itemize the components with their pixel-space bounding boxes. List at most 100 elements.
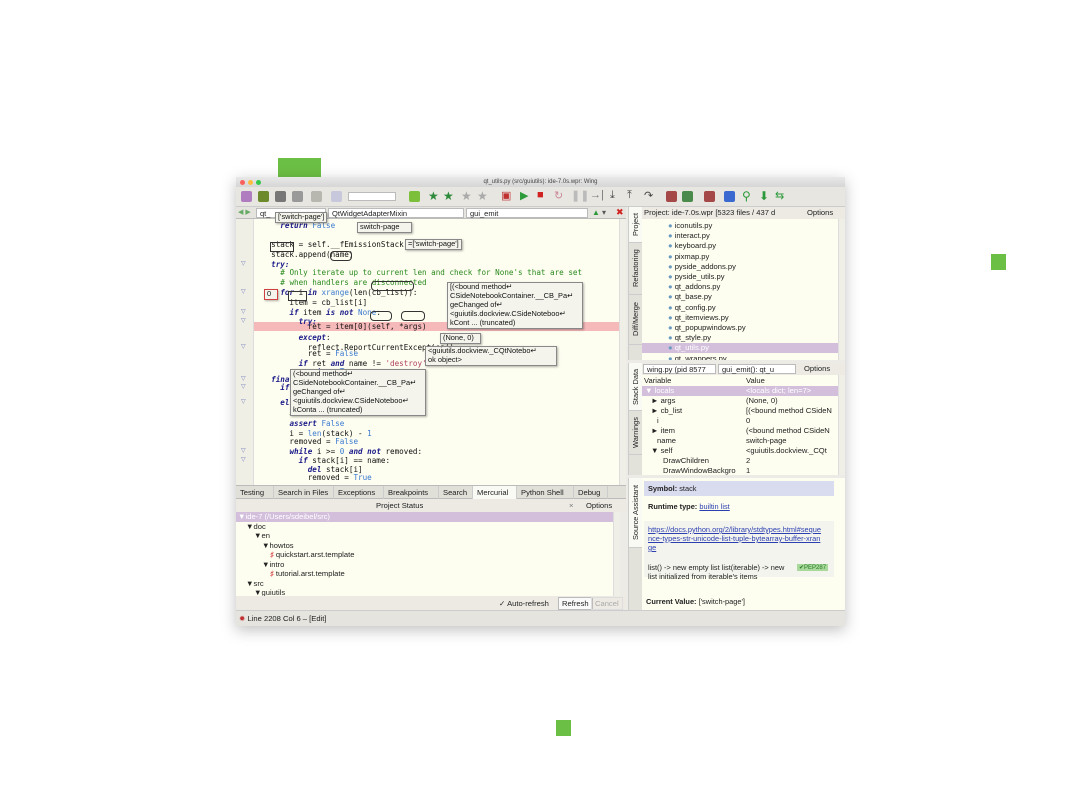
fold-toggle-icon[interactable]: ▽ <box>241 447 246 454</box>
stack-variable-row[interactable]: DrawWindowBackgro 1 <box>642 466 838 475</box>
debug-file-icon[interactable]: ▣ <box>501 189 511 202</box>
tree-item[interactable]: ▼howtos <box>236 541 620 551</box>
refresh-button[interactable]: Refresh <box>558 597 593 610</box>
sync-icon[interactable]: ⇆ <box>775 189 784 202</box>
tab-stack-data[interactable]: Stack Data <box>629 363 643 411</box>
stack-variable-row[interactable]: ► item (<bound method CSideN <box>642 426 838 436</box>
step-out-icon[interactable]: ⤒ <box>627 189 632 202</box>
editor-scrollbar[interactable] <box>619 219 626 485</box>
project-file-item[interactable]: ● qt_config.py <box>642 303 838 313</box>
stack-variable-row[interactable]: name switch-page <box>642 436 838 446</box>
stack-scrollbar[interactable] <box>838 375 845 475</box>
value-column-header[interactable]: Value <box>746 376 765 386</box>
tab-breakpoints[interactable]: Breakpoints <box>384 486 439 499</box>
pep-badge[interactable]: ✔PEP287 <box>797 564 829 571</box>
spellcheck-icon[interactable] <box>409 191 420 202</box>
run-icon[interactable]: ▶ <box>520 189 528 202</box>
project-file-item[interactable]: ● qt_base.py <box>642 292 838 302</box>
fold-toggle-icon[interactable]: ▽ <box>241 260 246 267</box>
step-over-icon[interactable]: ↷ <box>644 189 653 202</box>
tab-mercurial[interactable]: Mercurial <box>473 486 517 499</box>
tab-project[interactable]: Project <box>629 207 643 243</box>
restart-icon[interactable]: ↻ <box>554 189 563 202</box>
project-status-title[interactable]: Project Status <box>376 499 423 512</box>
bookmark-clear-icon[interactable]: ★ <box>477 189 488 203</box>
project-scrollbar[interactable] <box>838 219 845 360</box>
download-icon[interactable]: ⬇ <box>759 189 769 203</box>
project-file-item[interactable]: ● qt_wrappers.py <box>642 354 838 360</box>
tree-item[interactable]: ▼doc <box>236 522 620 532</box>
tree-item[interactable]: ▼src <box>236 579 620 589</box>
warning-icon[interactable]: ▲ <box>592 208 600 217</box>
tab-exceptions[interactable]: Exceptions <box>334 486 384 499</box>
options-button[interactable]: Options <box>586 499 612 512</box>
code-editor[interactable]: return False stack = self.__fEmissionSta… <box>236 219 626 485</box>
tab-source-assistant[interactable]: Source Assistant <box>629 478 643 548</box>
variable-column-header[interactable]: Variable <box>644 376 671 385</box>
close-icon[interactable]: × <box>569 499 573 512</box>
tab-testing[interactable]: Testing <box>236 486 274 499</box>
fold-toggle-icon[interactable]: ▽ <box>241 317 246 324</box>
frame-combo[interactable]: gui_emit(): qt_u <box>718 364 796 374</box>
search-tool-icon[interactable] <box>331 191 342 202</box>
tab-refactoring[interactable]: Refactoring <box>629 243 643 295</box>
project-file-item[interactable]: ● pyside_utils.py <box>642 272 838 282</box>
pause-icon[interactable]: ❚❚ <box>571 189 589 202</box>
close-window-button[interactable] <box>240 180 245 185</box>
stack-variable-row[interactable]: ▼ locals <locals dict; len=7> <box>642 386 838 396</box>
bookmark-next-icon[interactable]: ★ <box>461 189 472 203</box>
fold-toggle-icon[interactable]: ▽ <box>241 288 246 295</box>
save-all-icon[interactable] <box>292 191 303 202</box>
stack-options-button[interactable]: Options <box>804 363 830 375</box>
step-into-icon[interactable]: ⤓ <box>610 189 615 202</box>
tab-python-shell[interactable]: Python Shell <box>517 486 574 499</box>
stack-variable-row[interactable]: DrawChildren 2 <box>642 456 838 466</box>
stack-variable-row[interactable]: ► cb_list [(<bound method CSideN <box>642 406 838 416</box>
runtime-type-link[interactable]: builtin list <box>699 502 729 511</box>
tab-warnings[interactable]: Warnings <box>629 411 643 455</box>
project-file-item[interactable]: ● pixmap.py <box>642 252 838 262</box>
debug-icon-3[interactable] <box>704 191 715 202</box>
fold-toggle-icon[interactable]: ▽ <box>241 343 246 350</box>
fold-toggle-icon[interactable]: ▽ <box>241 398 246 405</box>
project-file-item[interactable]: ● qt_addons.py <box>642 282 838 292</box>
tab-search-in-files[interactable]: Search in Files <box>274 486 334 499</box>
tree-item[interactable]: ▼en <box>236 531 620 541</box>
project-status-tree[interactable]: ▼ide-7 (/Users/sdeibel/src) ▼doc ▼en ▼howto… <box>236 512 620 597</box>
debug-icon-1[interactable] <box>666 191 677 202</box>
cancel-button[interactable]: Cancel <box>591 597 623 610</box>
tree-scrollbar[interactable] <box>613 512 620 596</box>
tab-search[interactable]: Search <box>439 486 473 499</box>
step-icon[interactable]: →| <box>590 189 604 201</box>
project-file-item[interactable]: ● qt_style.py <box>642 333 838 343</box>
editor-options-icon[interactable]: ▾ <box>602 208 606 217</box>
project-file-item[interactable]: ● keyboard.py <box>642 241 838 251</box>
process-combo[interactable]: wing.py (pid 8577 <box>643 364 716 374</box>
stack-variable-row[interactable]: ► args (None, 0) <box>642 396 838 406</box>
monitor-icon[interactable] <box>724 191 735 202</box>
zoom-window-button[interactable] <box>256 180 261 185</box>
project-options-button[interactable]: Options <box>804 207 834 219</box>
project-file-item[interactable]: ● qt_itemviews.py <box>642 313 838 323</box>
tree-item[interactable]: ♯ quickstart.arst.template <box>236 550 620 560</box>
stack-variable-row[interactable]: ▼ self <guiutils.dockview._CQt <box>642 446 838 456</box>
project-file-item[interactable]: ● qt_utils.py <box>642 343 838 354</box>
project-file-item[interactable]: ● pyside_addons.py <box>642 262 838 272</box>
project-file-item[interactable]: ● iconutils.py <box>642 221 838 231</box>
project-file-item[interactable]: ● interact.py <box>642 231 838 241</box>
docs-link[interactable]: https://docs.python.org/2/library/stdtyp… <box>648 525 823 552</box>
function-combo[interactable]: gui_emit <box>466 208 588 218</box>
debug-icon-2[interactable] <box>682 191 693 202</box>
fold-toggle-icon[interactable]: ▽ <box>241 383 246 390</box>
indent-icon[interactable] <box>311 191 322 202</box>
save-icon[interactable] <box>275 191 286 202</box>
bookmark-prev-icon[interactable]: ★ <box>443 189 454 203</box>
bookmark-icon[interactable]: ★ <box>428 189 439 203</box>
close-editor-icon[interactable]: ✖ <box>616 207 624 218</box>
fold-toggle-icon[interactable]: ▽ <box>241 456 246 463</box>
minimize-window-button[interactable] <box>248 180 253 185</box>
find-icon[interactable]: ⚲ <box>742 189 751 203</box>
stop-icon[interactable]: ■ <box>537 189 544 201</box>
fold-toggle-icon[interactable]: ▽ <box>241 375 246 382</box>
tab-debug[interactable]: Debug <box>574 486 608 499</box>
